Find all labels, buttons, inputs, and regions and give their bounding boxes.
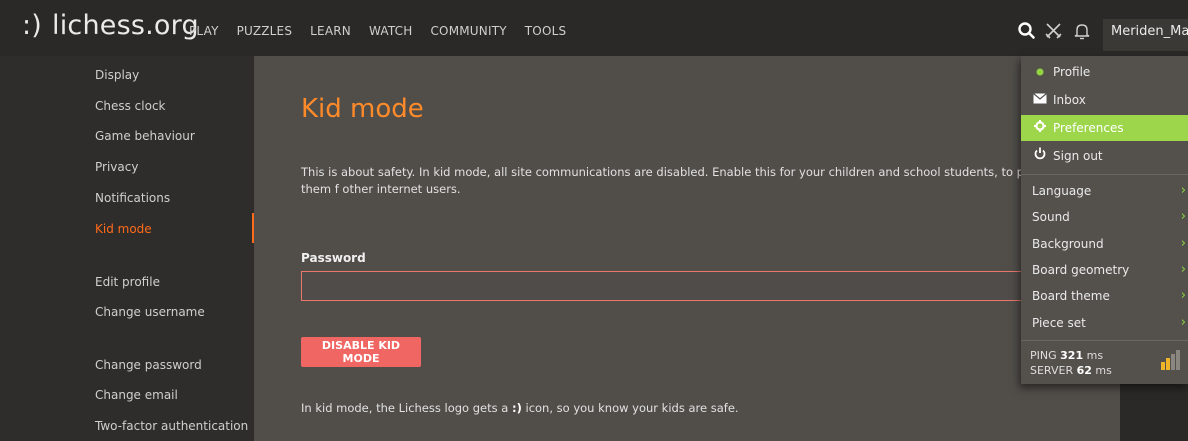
- top-navigation: PLAY PUZZLES LEARN WATCH COMMUNITY TOOLS: [189, 24, 584, 38]
- submenu-label: Language: [1032, 184, 1092, 198]
- user-menu-toggle[interactable]: Meriden_Mag: [1103, 19, 1188, 51]
- sidebar-item-notifications[interactable]: Notifications: [95, 191, 170, 205]
- menu-item-inbox[interactable]: Inbox: [1021, 87, 1188, 113]
- chevron-right-icon: ›: [1180, 209, 1186, 224]
- site-name: lichess.org: [52, 10, 199, 41]
- sidebar-item-change-username[interactable]: Change username: [95, 305, 205, 319]
- nav-play[interactable]: PLAY: [189, 24, 219, 38]
- kid-mode-description: This is about safety. In kid mode, all s…: [301, 165, 1058, 196]
- note-smiley: :): [511, 401, 522, 415]
- nav-watch[interactable]: WATCH: [369, 24, 413, 38]
- chevron-right-icon: ›: [1180, 236, 1186, 251]
- site-header: :) lichess.org PLAY PUZZLES LEARN WATCH C…: [0, 0, 1188, 56]
- submenu-board-theme[interactable]: Board theme ›: [1021, 283, 1188, 309]
- kid-mode-note: In kid mode, the Lichess logo gets a :) …: [301, 401, 739, 415]
- submenu-label: Background: [1032, 237, 1104, 251]
- page-title: Kid mode: [301, 94, 424, 124]
- sidebar-item-two-factor[interactable]: Two-factor authentication: [95, 419, 248, 433]
- menu-divider: [1021, 174, 1188, 175]
- password-label: Password: [301, 251, 366, 265]
- sidebar-item-edit-profile[interactable]: Edit profile: [95, 275, 160, 289]
- menu-item-sign-out[interactable]: Sign out: [1021, 143, 1188, 169]
- ping-value: 321: [1060, 349, 1084, 362]
- menu-item-label: Profile: [1053, 65, 1091, 79]
- nav-tools[interactable]: TOOLS: [525, 24, 567, 38]
- preferences-sidebar: Display Chess clock Game behaviour Priva…: [0, 56, 254, 441]
- gear-icon: [1032, 115, 1048, 141]
- disable-kid-mode-button[interactable]: DISABLE KID MODE: [301, 337, 421, 367]
- sidebar-item-game-behaviour[interactable]: Game behaviour: [95, 129, 195, 143]
- submenu-sound[interactable]: Sound ›: [1021, 204, 1188, 230]
- chevron-right-icon: ›: [1180, 262, 1186, 277]
- chevron-right-icon: ›: [1180, 183, 1186, 198]
- submenu-piece-set[interactable]: Piece set ›: [1021, 310, 1188, 336]
- menu-divider: [1021, 340, 1188, 341]
- chevron-right-icon: ›: [1180, 288, 1186, 303]
- sidebar-item-kid-mode[interactable]: Kid mode: [95, 222, 152, 236]
- power-icon: [1032, 143, 1048, 169]
- ping-unit: ms: [1086, 349, 1104, 362]
- menu-item-label: Sign out: [1053, 149, 1103, 163]
- nav-community[interactable]: COMMUNITY: [430, 24, 506, 38]
- server-value: 62: [1076, 364, 1092, 377]
- sidebar-item-change-password[interactable]: Change password: [95, 358, 202, 372]
- ping-label: PING: [1030, 349, 1057, 362]
- sidebar-item-chess-clock[interactable]: Chess clock: [95, 99, 166, 113]
- password-field[interactable]: [301, 271, 1051, 301]
- bell-icon[interactable]: [1071, 20, 1093, 42]
- note-text-prefix: In kid mode, the Lichess logo gets a: [301, 401, 512, 415]
- submenu-label: Board geometry: [1032, 263, 1130, 277]
- main-content: Kid mode This is about safety. In kid mo…: [254, 56, 1120, 441]
- menu-item-preferences[interactable]: Preferences: [1021, 115, 1188, 141]
- sidebar-item-display[interactable]: Display: [95, 68, 139, 82]
- note-text-suffix: icon, so you know your kids are safe.: [521, 401, 739, 415]
- submenu-board-geometry[interactable]: Board geometry ›: [1021, 257, 1188, 283]
- ping-status: PING 321 ms SERVER 62 ms: [1030, 348, 1112, 378]
- site-logo[interactable]: :) lichess.org: [22, 10, 199, 41]
- signal-strength-icon: [1161, 348, 1185, 370]
- submenu-language[interactable]: Language ›: [1021, 178, 1188, 204]
- sidebar-item-change-email[interactable]: Change email: [95, 388, 178, 402]
- submenu-background[interactable]: Background ›: [1021, 231, 1188, 257]
- nav-learn[interactable]: LEARN: [310, 24, 351, 38]
- server-label: SERVER: [1030, 364, 1074, 377]
- swords-icon[interactable]: [1043, 20, 1065, 42]
- submenu-label: Board theme: [1032, 289, 1110, 303]
- kid-mode-smiley-icon: :): [22, 10, 43, 41]
- menu-item-label: Inbox: [1053, 93, 1086, 107]
- sidebar-item-privacy[interactable]: Privacy: [95, 160, 138, 174]
- online-dot-icon: [1032, 59, 1048, 85]
- user-dropdown-menu: Profile Inbox Preferences Sign out Langu…: [1021, 56, 1188, 384]
- nav-puzzles[interactable]: PUZZLES: [237, 24, 293, 38]
- submenu-label: Sound: [1032, 210, 1070, 224]
- menu-item-profile[interactable]: Profile: [1021, 59, 1188, 85]
- menu-item-label: Preferences: [1053, 121, 1124, 135]
- server-unit: ms: [1095, 364, 1112, 377]
- search-icon[interactable]: [1016, 20, 1038, 42]
- submenu-label: Piece set: [1032, 316, 1086, 330]
- envelope-icon: [1032, 87, 1048, 113]
- chevron-right-icon: ›: [1180, 315, 1186, 330]
